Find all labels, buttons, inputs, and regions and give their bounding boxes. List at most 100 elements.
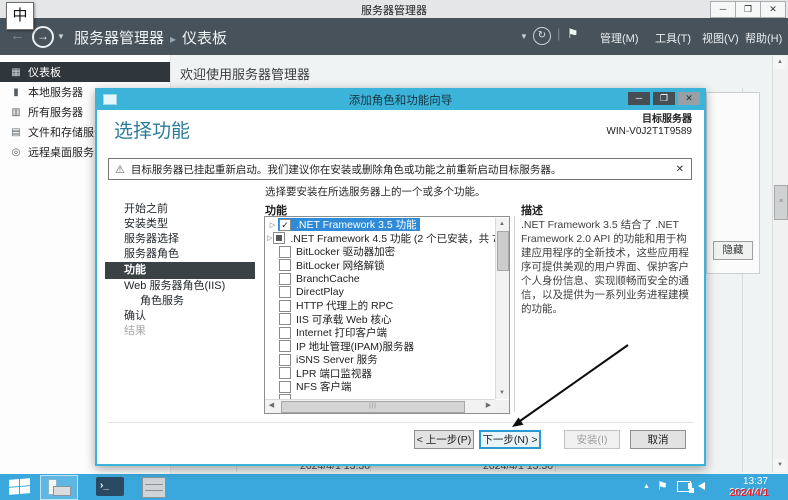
feature-row[interactable]: ▷.NET Framework 4.5 功能 (2 个已安装，共 7 个): [265, 232, 495, 246]
refresh-button[interactable]: ↻: [533, 27, 551, 45]
wizard-nav-before-you-begin[interactable]: 开始之前: [105, 202, 255, 217]
window-restore-button[interactable]: ❐: [735, 1, 761, 18]
windows-logo-icon: [9, 487, 19, 495]
wizard-nav-role-services[interactable]: 角色服务: [105, 294, 255, 309]
checkbox-unchecked[interactable]: [279, 259, 291, 271]
scroll-down-icon[interactable]: ▼: [496, 387, 508, 399]
checkbox-unchecked[interactable]: [279, 300, 291, 312]
next-button[interactable]: 下一步(N) >: [479, 430, 541, 449]
scrollbar-thumb[interactable]: |||: [281, 401, 465, 413]
notifications-caret-icon[interactable]: ▼: [520, 32, 528, 41]
checkbox-unchecked[interactable]: [279, 340, 291, 352]
feature-row[interactable]: iSNS Server 服务: [265, 353, 495, 367]
wizard-nav-confirmation[interactable]: 确认: [105, 309, 255, 324]
close-icon: ✕: [685, 93, 693, 103]
wizard-nav-server-roles[interactable]: 服务器角色: [105, 247, 255, 262]
previous-button[interactable]: < 上一步(P): [414, 430, 474, 449]
feature-row[interactable]: HTTP 代理上的 RPC: [265, 299, 495, 313]
menu-manage[interactable]: 管理(M): [600, 30, 639, 46]
feature-row-content: NFS 客户端: [278, 380, 354, 393]
checkbox-unchecked[interactable]: [279, 246, 291, 258]
breadcrumb-app[interactable]: 服务器管理器: [74, 30, 164, 47]
feature-row[interactable]: ▷✓.NET Framework 3.5 功能: [265, 218, 495, 232]
feature-row[interactable]: BranchCache: [265, 272, 495, 286]
file-explorer-taskbar-button[interactable]: [142, 477, 166, 498]
list-vertical-scrollbar[interactable]: ▲ ▼: [495, 218, 509, 399]
scrollbar-thumb[interactable]: ≡: [774, 185, 788, 220]
date-watermark: 2024/4/1: [730, 488, 769, 499]
menu-help[interactable]: 帮助(H): [745, 30, 782, 46]
wizard-nav-installation-type[interactable]: 安装类型: [105, 217, 255, 232]
feature-row-content: Internet 打印客户端: [278, 326, 390, 339]
tray-expand-icon[interactable]: ▲: [643, 483, 650, 490]
feature-row[interactable]: BitLocker 驱动器加密: [265, 245, 495, 259]
feature-row-content: .NET Framework 4.5 功能 (2 个已安装，共 7 个): [272, 232, 495, 245]
wizard-nav-web-server-role-iis[interactable]: Web 服务器角色(IIS): [105, 279, 255, 294]
wizard-nav-features[interactable]: 功能: [105, 262, 255, 279]
checkbox-unchecked[interactable]: [279, 273, 291, 285]
feature-row[interactable]: BitLocker 网络解锁: [265, 259, 495, 273]
wizard-page-heading: 选择功能: [114, 116, 190, 143]
checkbox-partial[interactable]: [273, 232, 285, 244]
scroll-right-icon[interactable]: ▶: [482, 400, 495, 412]
window-close-button[interactable]: ✕: [760, 1, 786, 18]
start-button[interactable]: [9, 478, 30, 495]
wizard-titlebar[interactable]: 添加角色和功能向导 ─ ❐ ✕: [95, 88, 706, 110]
expander-icon[interactable]: ▷: [267, 221, 278, 229]
wizard-close-button[interactable]: ✕: [678, 92, 700, 105]
checkbox-unchecked[interactable]: [279, 367, 291, 379]
feature-row[interactable]: IIS 可承载 Web 核心: [265, 313, 495, 327]
checkbox-unchecked[interactable]: [279, 286, 291, 298]
notifications-flag-button[interactable]: ⚑: [567, 26, 579, 42]
warning-close-icon[interactable]: ✕: [676, 164, 684, 175]
ime-indicator[interactable]: 中: [6, 2, 34, 30]
feature-row[interactable]: DirectPlay: [265, 286, 495, 300]
list-horizontal-scrollbar[interactable]: ◀ ||| ▶: [265, 399, 495, 413]
feature-row[interactable]: NFS 客户端: [265, 380, 495, 394]
powershell-taskbar-button[interactable]: ›_: [96, 477, 124, 496]
main-scrollbar[interactable]: ▲ ≡ ▼: [772, 56, 788, 472]
wizard-nav-server-selection[interactable]: 服务器选择: [105, 232, 255, 247]
wizard-nav-label: 服务器角色: [124, 248, 179, 260]
feature-row-content: iSNS Server 服务: [278, 353, 381, 366]
features-listbox[interactable]: ▷✓.NET Framework 3.5 功能▷.NET Framework 4…: [264, 216, 510, 414]
breadcrumb-page[interactable]: 仪表板: [182, 30, 227, 47]
checkbox-unchecked[interactable]: [279, 354, 291, 366]
forward-caret-icon[interactable]: ▼: [57, 32, 65, 41]
sidebar-item-dashboard[interactable]: ▦仪表板: [0, 62, 170, 82]
restore-icon: ❐: [744, 4, 752, 14]
wizard-nav-label: 安装类型: [124, 218, 168, 230]
install-button[interactable]: 安装(I): [564, 430, 620, 449]
feature-row[interactable]: Internet 打印客户端: [265, 326, 495, 340]
scroll-left-icon[interactable]: ◀: [265, 400, 278, 412]
feature-row[interactable]: IP 地址管理(IPAM)服务器: [265, 340, 495, 354]
scrollbar-thumb[interactable]: [497, 231, 509, 271]
scroll-down-icon[interactable]: ▼: [773, 459, 787, 472]
feature-row[interactable]: LPR 端口监视器: [265, 367, 495, 381]
sidebar-item-label: 仪表板: [28, 64, 61, 80]
forward-arrow-icon: →: [37, 29, 49, 43]
forward-button[interactable]: →: [32, 26, 54, 48]
checkbox-unchecked[interactable]: [279, 327, 291, 339]
tray-flag-icon[interactable]: ⚑: [657, 479, 668, 493]
hide-button[interactable]: 隐藏: [713, 241, 753, 260]
checkbox-unchecked[interactable]: [279, 381, 291, 393]
scroll-up-icon[interactable]: ▲: [773, 56, 787, 69]
server-manager-taskbar-button[interactable]: [40, 475, 78, 500]
cancel-button[interactable]: 取消: [630, 430, 686, 449]
feature-row-content: BitLocker 网络解锁: [278, 259, 388, 272]
window-minimize-button[interactable]: ─: [710, 1, 736, 18]
checkbox-checked[interactable]: ✓: [279, 219, 291, 231]
navbar-divider: |: [557, 26, 560, 41]
page-instruction: 选择要安装在所选服务器上的一个或多个功能。: [265, 184, 486, 199]
wizard-restore-button[interactable]: ❐: [653, 92, 675, 105]
taskbar: ›_ ▲ ⚑ 13:37 2024/4/1: [0, 474, 788, 500]
scroll-up-icon[interactable]: ▲: [496, 218, 508, 230]
wizard-minimize-button[interactable]: ─: [628, 92, 650, 105]
menu-tools[interactable]: 工具(T): [655, 30, 691, 46]
window-titlebar[interactable]: 服务器管理器 ─ ❐ ✕: [0, 0, 788, 19]
flag-icon: ⚑: [567, 26, 579, 41]
checkbox-unchecked[interactable]: [279, 313, 291, 325]
speaker-icon[interactable]: [698, 482, 705, 490]
menu-view[interactable]: 视图(V): [702, 30, 739, 46]
